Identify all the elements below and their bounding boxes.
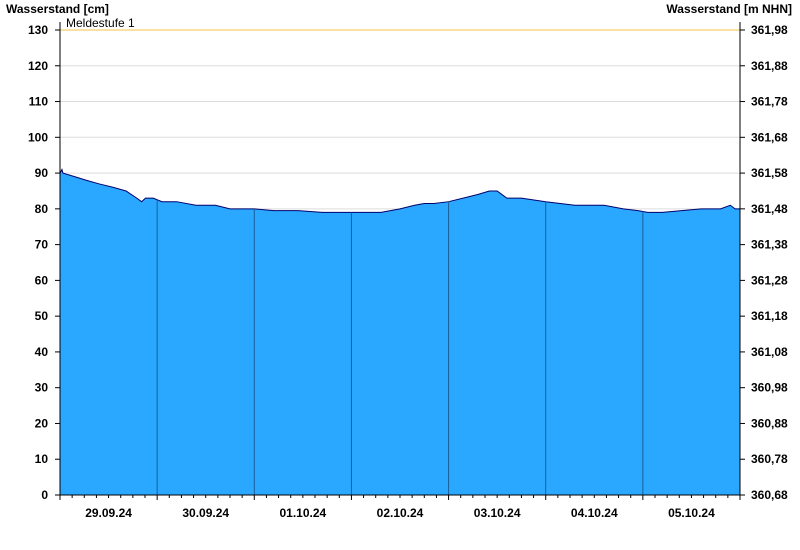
right-tick-label: 360,98 [751, 381, 788, 395]
left-tick-label: 70 [35, 238, 49, 252]
right-tick-label: 361,98 [751, 23, 788, 37]
x-day-label: 03.10.24 [474, 506, 521, 520]
right-tick-label: 361,38 [751, 238, 788, 252]
right-tick-label: 360,78 [751, 452, 788, 466]
right-axis-title: Wasserstand [m NHN] [666, 2, 792, 16]
left-tick-label: 90 [35, 166, 49, 180]
left-tick-label: 30 [35, 381, 49, 395]
x-day-label: 04.10.24 [571, 506, 618, 520]
right-tick-label: 361,68 [751, 130, 788, 144]
water-level-area [59, 168, 740, 495]
left-tick-label: 50 [35, 309, 49, 323]
right-tick-label: 360,68 [751, 488, 788, 502]
left-axis-ticks: 0 10 20 30 40 50 60 70 80 90 100 110 120 130 [28, 23, 60, 502]
right-axis-ticks: 360,68 360,78 360,88 360,98 361,08 361,18 361,… [740, 23, 788, 502]
x-axis-ticks: 29.09.24 30.09.24 01.10.24 02.10.24 03.10.24… [59, 495, 741, 520]
x-day-label: 01.10.24 [279, 506, 326, 520]
left-tick-label: 80 [35, 202, 49, 216]
x-day-label: 05.10.24 [668, 506, 715, 520]
right-tick-label: 360,88 [751, 416, 788, 430]
left-tick-label: 110 [29, 95, 49, 109]
left-tick-label: 20 [35, 416, 49, 430]
threshold-label: Meldestufe 1 [66, 16, 135, 30]
right-tick-label: 361,18 [751, 309, 788, 323]
left-tick-label: 10 [35, 452, 49, 466]
right-tick-label: 361,58 [751, 166, 788, 180]
left-tick-label: 130 [28, 23, 48, 37]
left-tick-label: 120 [28, 59, 48, 73]
right-tick-label: 361,28 [751, 273, 788, 287]
x-day-label: 29.09.24 [85, 506, 132, 520]
water-level-chart: Meldestufe 1 0 10 20 30 40 50 60 70 80 90 100 110 12… [6, 2, 792, 520]
right-tick-label: 361,48 [751, 202, 788, 216]
left-tick-label: 0 [41, 488, 48, 502]
right-tick-label: 361,78 [751, 95, 788, 109]
left-tick-label: 60 [35, 273, 49, 287]
left-tick-label: 100 [28, 130, 48, 144]
x-day-label: 02.10.24 [377, 506, 424, 520]
left-axis-title: Wasserstand [cm] [6, 2, 109, 16]
right-tick-label: 361,08 [751, 345, 788, 359]
left-tick-label: 40 [35, 345, 49, 359]
water-level-fill [60, 169, 740, 495]
right-tick-label: 361,88 [751, 59, 788, 73]
x-day-label: 30.09.24 [182, 506, 229, 520]
